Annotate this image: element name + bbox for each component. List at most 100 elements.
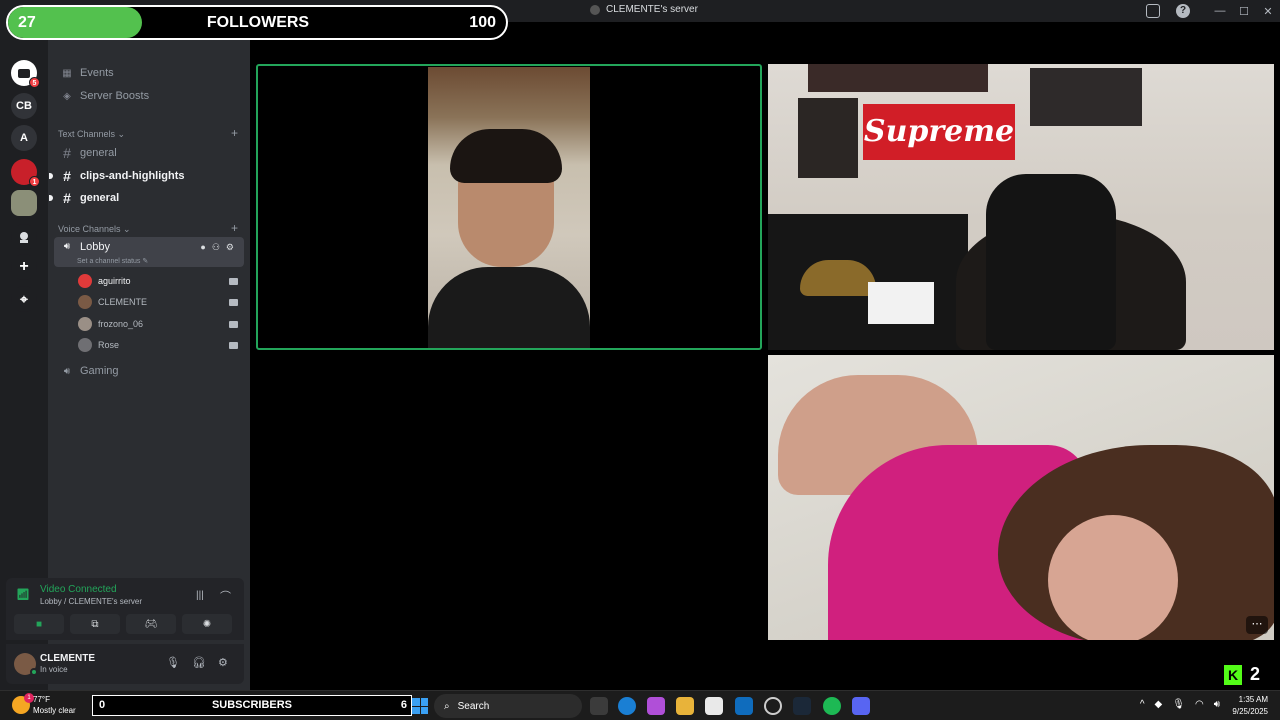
- discord-icon[interactable]: [852, 697, 870, 715]
- add-voice-channel-icon[interactable]: +: [231, 221, 238, 235]
- minimize-icon[interactable]: —: [1208, 5, 1232, 17]
- start-button[interactable]: [412, 698, 428, 714]
- window-controls: — ☐ ✕: [1208, 0, 1280, 22]
- outlook-icon[interactable]: [735, 697, 753, 715]
- weather-icon[interactable]: 1: [12, 693, 34, 714]
- signal-icon[interactable]: 📶︎: [16, 588, 30, 601]
- voice-user[interactable]: CLEMENTE: [78, 293, 147, 311]
- clock-time: 1:35 AM: [1238, 695, 1268, 704]
- spotify-icon[interactable]: [823, 697, 841, 715]
- soundboard-button[interactable]: ✺: [182, 614, 232, 634]
- sidebar-item-server-boosts[interactable]: ◈ Server Boosts: [54, 85, 244, 107]
- avatar: [78, 317, 92, 331]
- screen-share-button[interactable]: ⧉: [70, 614, 120, 634]
- help-icon[interactable]: ?: [1176, 4, 1190, 18]
- channel-general-2[interactable]: # general: [49, 187, 244, 209]
- voice-user[interactable]: frozono_06: [78, 315, 143, 333]
- add-server-label: +: [19, 258, 29, 275]
- voice-user[interactable]: aguirrito: [78, 272, 131, 290]
- category-text-channels[interactable]: Text Channels ⌄: [58, 129, 125, 140]
- category-voice-channels[interactable]: Voice Channels ⌄: [58, 224, 131, 235]
- add-server-icon[interactable]: +: [11, 254, 37, 280]
- server-icon-a[interactable]: A: [11, 125, 37, 151]
- weather-description[interactable]: Mostly clear: [33, 706, 76, 715]
- system-tray: ^ ◆ 🎙︎ ◠ 🔊︎: [1140, 699, 1220, 710]
- server-icon-cb[interactable]: CB: [11, 93, 37, 119]
- settings-icon[interactable]: ⚙: [226, 242, 234, 253]
- voice-user-name: CLEMENTE: [98, 297, 148, 307]
- calendar-icon: ▦: [62, 67, 72, 79]
- sidebar-item-events[interactable]: ▦ Events: [54, 62, 244, 84]
- voice-channel-gaming[interactable]: 🔊︎ Gaming: [54, 360, 244, 382]
- poster: [1030, 68, 1142, 126]
- clock-date: 9/25/2025: [1232, 707, 1268, 716]
- channel-clips-and-highlights[interactable]: # clips-and-highlights: [49, 165, 244, 187]
- microphone-icon[interactable]: 🎙︎: [1172, 699, 1185, 710]
- subscribers-goal: 6: [400, 699, 407, 711]
- taskbar-clock[interactable]: 1:35 AM 9/25/2025: [1232, 694, 1268, 718]
- store-icon[interactable]: [705, 697, 723, 715]
- subscribers-goal-bar: 0 SUBSCRIBERS 6: [92, 695, 412, 716]
- followers-label: FOLLOWERS: [206, 14, 310, 31]
- taskbar-search[interactable]: ⌕ Search: [434, 694, 582, 718]
- copilot-icon[interactable]: [647, 697, 665, 715]
- user-settings-icon[interactable]: ⚙: [218, 656, 228, 669]
- microphone-icon[interactable]: 🎙︎: [166, 656, 180, 669]
- task-view-icon[interactable]: [590, 697, 608, 715]
- noise-suppression-icon[interactable]: |||: [196, 590, 204, 601]
- boost-icon: ◈: [63, 90, 71, 102]
- channel-status-text: Set a channel status: [77, 258, 141, 265]
- headphones-icon[interactable]: 🎧︎: [192, 656, 206, 669]
- steam-icon[interactable]: [793, 697, 811, 715]
- viewer-count: 2: [1250, 664, 1261, 684]
- activities-button[interactable]: 🎮︎: [126, 614, 176, 634]
- video-tile-camera[interactable]: ⋯: [768, 355, 1274, 640]
- discover-label: ⌖: [20, 290, 28, 307]
- server-icon-avatar[interactable]: [11, 190, 37, 216]
- channel-label: Lobby: [80, 241, 110, 253]
- volume-icon[interactable]: 🔊︎: [1214, 699, 1220, 710]
- video-tile-room[interactable]: Supreme: [768, 64, 1274, 350]
- invite-icon[interactable]: ⚇: [212, 242, 220, 253]
- add-text-channel-icon[interactable]: +: [231, 126, 238, 140]
- server-icon-voice[interactable]: [11, 224, 37, 250]
- server-icon-1[interactable]: 5: [11, 60, 40, 88]
- channel-general[interactable]: # general: [54, 142, 244, 164]
- discord-window: CLEMENTE's server ? — ☐ ✕ 5 CB A 1 + ⌖ C…: [0, 0, 1280, 690]
- security-icon[interactable]: ◆: [1155, 699, 1163, 710]
- video-tile-speaking[interactable]: [256, 64, 762, 350]
- camera-toggle-button[interactable]: ■: [14, 614, 64, 634]
- wifi-icon[interactable]: ◠: [1195, 699, 1204, 710]
- close-icon[interactable]: ✕: [1256, 5, 1280, 18]
- search-icon: ⌕: [444, 700, 450, 712]
- camera-icon: [229, 321, 238, 328]
- maximize-icon[interactable]: ☐: [1232, 5, 1256, 18]
- disconnect-icon[interactable]: ⌒: [220, 588, 231, 604]
- subscribers-label: SUBSCRIBERS: [211, 699, 293, 711]
- weather-temp[interactable]: 77°F: [33, 695, 50, 704]
- username[interactable]: CLEMENTE: [40, 653, 95, 664]
- avatar: [78, 274, 92, 288]
- channel-label: clips-and-highlights: [80, 170, 185, 182]
- server-icon-red[interactable]: 1: [11, 159, 40, 187]
- voice-user[interactable]: Rose: [78, 336, 119, 354]
- chevron-up-icon[interactable]: ^: [1140, 699, 1145, 710]
- more-options-button[interactable]: ⋯: [1246, 616, 1268, 634]
- chrome-icon[interactable]: [764, 697, 782, 715]
- file-explorer-icon[interactable]: [676, 697, 694, 715]
- voice-status-title[interactable]: Video Connected: [40, 584, 117, 595]
- video-tile-empty[interactable]: [256, 355, 762, 640]
- online-status-dot: [30, 668, 38, 676]
- notification-badge: 5: [29, 77, 40, 88]
- chat-icon[interactable]: ●: [200, 242, 205, 253]
- hashtag-icon: #: [63, 168, 71, 184]
- voice-status-subtitle[interactable]: Lobby / CLEMENTE's server: [40, 597, 142, 606]
- supreme-poster: Supreme: [863, 104, 1015, 160]
- poster: [798, 98, 858, 178]
- followers-goal: 100: [469, 14, 496, 31]
- inbox-icon[interactable]: [1146, 4, 1160, 18]
- discover-icon[interactable]: ⌖: [11, 286, 37, 312]
- edge-icon[interactable]: [618, 697, 636, 715]
- speaker-icon: 🔊︎: [63, 365, 71, 377]
- channel-status-hint[interactable]: Set a channel status ✎: [77, 257, 148, 265]
